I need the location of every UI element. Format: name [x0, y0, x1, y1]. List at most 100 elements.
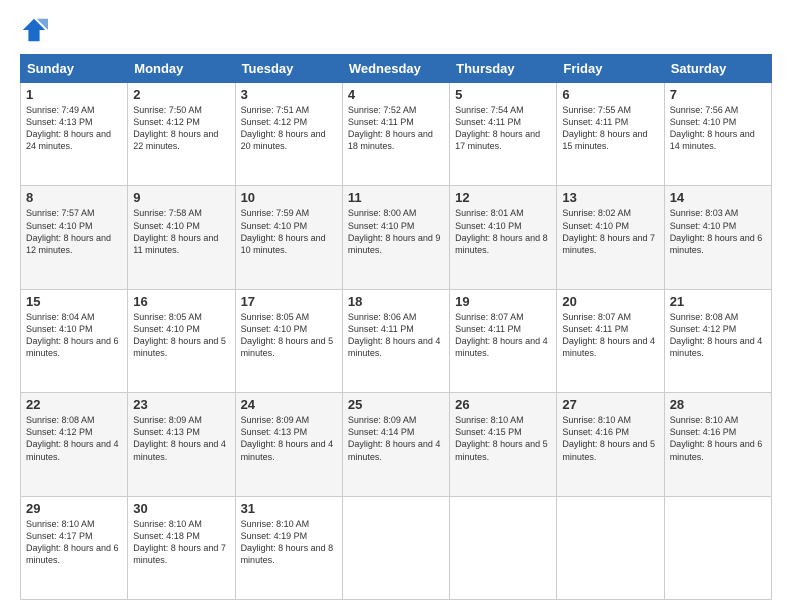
day-info: Sunrise: 7:51 AMSunset: 4:12 PMDaylight:… — [241, 104, 337, 153]
week-row-5: 29 Sunrise: 8:10 AMSunset: 4:17 PMDayligh… — [21, 496, 772, 599]
week-row-1: 1 Sunrise: 7:49 AMSunset: 4:13 PMDaylight… — [21, 83, 772, 186]
header — [20, 16, 772, 44]
day-cell: 18 Sunrise: 8:06 AMSunset: 4:11 PMDayligh… — [342, 289, 449, 392]
day-cell — [557, 496, 664, 599]
day-cell: 4 Sunrise: 7:52 AMSunset: 4:11 PMDaylight… — [342, 83, 449, 186]
day-number: 28 — [670, 397, 766, 412]
day-cell: 22 Sunrise: 8:08 AMSunset: 4:12 PMDayligh… — [21, 393, 128, 496]
day-info: Sunrise: 8:00 AMSunset: 4:10 PMDaylight:… — [348, 207, 444, 256]
day-number: 18 — [348, 294, 444, 309]
day-info: Sunrise: 8:04 AMSunset: 4:10 PMDaylight:… — [26, 311, 122, 360]
day-number: 12 — [455, 190, 551, 205]
day-cell: 23Sunrise: 8:09 AMSunset: 4:13 PMDayligh… — [128, 393, 235, 496]
day-info: Sunrise: 8:03 AMSunset: 4:10 PMDaylight:… — [670, 207, 766, 256]
day-info: Sunrise: 8:10 AMSunset: 4:17 PMDaylight:… — [26, 518, 122, 567]
day-cell: 24Sunrise: 8:09 AMSunset: 4:13 PMDayligh… — [235, 393, 342, 496]
day-number: 22 — [26, 397, 122, 412]
day-info: Sunrise: 8:07 AMSunset: 4:11 PMDaylight:… — [455, 311, 551, 360]
day-number: 16 — [133, 294, 229, 309]
day-cell: 17Sunrise: 8:05 AMSunset: 4:10 PMDayligh… — [235, 289, 342, 392]
day-cell: 3 Sunrise: 7:51 AMSunset: 4:12 PMDaylight… — [235, 83, 342, 186]
day-cell: 21Sunrise: 8:08 AMSunset: 4:12 PMDayligh… — [664, 289, 771, 392]
day-number: 7 — [670, 87, 766, 102]
day-info: Sunrise: 8:10 AMSunset: 4:18 PMDaylight:… — [133, 518, 229, 567]
day-number: 4 — [348, 87, 444, 102]
day-cell: 9Sunrise: 7:58 AMSunset: 4:10 PMDaylight… — [128, 186, 235, 289]
day-cell: 15 Sunrise: 8:04 AMSunset: 4:10 PMDayligh… — [21, 289, 128, 392]
day-cell: 13 Sunrise: 8:02 AMSunset: 4:10 PMDayligh… — [557, 186, 664, 289]
day-number: 13 — [562, 190, 658, 205]
day-info: Sunrise: 8:01 AMSunset: 4:10 PMDaylight:… — [455, 207, 551, 256]
day-info: Sunrise: 7:49 AMSunset: 4:13 PMDaylight:… — [26, 104, 122, 153]
day-number: 27 — [562, 397, 658, 412]
day-number: 10 — [241, 190, 337, 205]
day-cell: 31 Sunrise: 8:10 AMSunset: 4:19 PMDayligh… — [235, 496, 342, 599]
day-info: Sunrise: 8:08 AMSunset: 4:12 PMDaylight:… — [26, 414, 122, 463]
day-info: Sunrise: 8:07 AMSunset: 4:11 PMDaylight:… — [562, 311, 658, 360]
day-number: 14 — [670, 190, 766, 205]
day-number: 24 — [241, 397, 337, 412]
day-number: 25 — [348, 397, 444, 412]
day-info: Sunrise: 8:02 AMSunset: 4:10 PMDaylight:… — [562, 207, 658, 256]
day-info: Sunrise: 7:52 AMSunset: 4:11 PMDaylight:… — [348, 104, 444, 153]
day-info: Sunrise: 8:09 AMSunset: 4:14 PMDaylight:… — [348, 414, 444, 463]
page: SundayMondayTuesdayWednesdayThursdayFrid… — [0, 0, 792, 612]
day-number: 8 — [26, 190, 122, 205]
column-header-saturday: Saturday — [664, 55, 771, 83]
day-number: 6 — [562, 87, 658, 102]
day-number: 9 — [133, 190, 229, 205]
day-number: 29 — [26, 501, 122, 516]
column-header-wednesday: Wednesday — [342, 55, 449, 83]
day-cell — [664, 496, 771, 599]
day-info: Sunrise: 7:57 AMSunset: 4:10 PMDaylight:… — [26, 207, 122, 256]
day-info: Sunrise: 8:10 AMSunset: 4:16 PMDaylight:… — [562, 414, 658, 463]
day-cell: 30Sunrise: 8:10 AMSunset: 4:18 PMDayligh… — [128, 496, 235, 599]
day-info: Sunrise: 8:08 AMSunset: 4:12 PMDaylight:… — [670, 311, 766, 360]
day-cell: 6Sunrise: 7:55 AMSunset: 4:11 PMDaylight… — [557, 83, 664, 186]
day-info: Sunrise: 7:59 AMSunset: 4:10 PMDaylight:… — [241, 207, 337, 256]
day-cell: 8 Sunrise: 7:57 AMSunset: 4:10 PMDaylight… — [21, 186, 128, 289]
logo-icon — [20, 16, 48, 44]
day-cell — [450, 496, 557, 599]
day-info: Sunrise: 7:54 AMSunset: 4:11 PMDaylight:… — [455, 104, 551, 153]
day-cell: 12 Sunrise: 8:01 AMSunset: 4:10 PMDayligh… — [450, 186, 557, 289]
day-info: Sunrise: 8:06 AMSunset: 4:11 PMDaylight:… — [348, 311, 444, 360]
day-cell: 7Sunrise: 7:56 AMSunset: 4:10 PMDaylight… — [664, 83, 771, 186]
day-number: 1 — [26, 87, 122, 102]
calendar-header-row: SundayMondayTuesdayWednesdayThursdayFrid… — [21, 55, 772, 83]
day-number: 2 — [133, 87, 229, 102]
day-number: 17 — [241, 294, 337, 309]
day-number: 3 — [241, 87, 337, 102]
column-header-thursday: Thursday — [450, 55, 557, 83]
day-cell: 27 Sunrise: 8:10 AMSunset: 4:16 PMDayligh… — [557, 393, 664, 496]
day-cell: 28Sunrise: 8:10 AMSunset: 4:16 PMDayligh… — [664, 393, 771, 496]
day-number: 11 — [348, 190, 444, 205]
day-info: Sunrise: 8:09 AMSunset: 4:13 PMDaylight:… — [133, 414, 229, 463]
day-number: 15 — [26, 294, 122, 309]
day-cell: 29 Sunrise: 8:10 AMSunset: 4:17 PMDayligh… — [21, 496, 128, 599]
logo — [20, 16, 52, 44]
day-cell: 5 Sunrise: 7:54 AMSunset: 4:11 PMDaylight… — [450, 83, 557, 186]
week-row-3: 15 Sunrise: 8:04 AMSunset: 4:10 PMDayligh… — [21, 289, 772, 392]
day-number: 5 — [455, 87, 551, 102]
day-cell: 2 Sunrise: 7:50 AMSunset: 4:12 PMDaylight… — [128, 83, 235, 186]
calendar-table: SundayMondayTuesdayWednesdayThursdayFrid… — [20, 54, 772, 600]
day-cell: 14 Sunrise: 8:03 AMSunset: 4:10 PMDayligh… — [664, 186, 771, 289]
day-cell: 26 Sunrise: 8:10 AMSunset: 4:15 PMDayligh… — [450, 393, 557, 496]
column-header-tuesday: Tuesday — [235, 55, 342, 83]
day-number: 31 — [241, 501, 337, 516]
week-row-4: 22 Sunrise: 8:08 AMSunset: 4:12 PMDayligh… — [21, 393, 772, 496]
day-cell: 25 Sunrise: 8:09 AMSunset: 4:14 PMDayligh… — [342, 393, 449, 496]
day-info: Sunrise: 8:05 AMSunset: 4:10 PMDaylight:… — [133, 311, 229, 360]
day-number: 26 — [455, 397, 551, 412]
column-header-friday: Friday — [557, 55, 664, 83]
day-info: Sunrise: 8:10 AMSunset: 4:19 PMDaylight:… — [241, 518, 337, 567]
day-cell: 10 Sunrise: 7:59 AMSunset: 4:10 PMDayligh… — [235, 186, 342, 289]
week-row-2: 8 Sunrise: 7:57 AMSunset: 4:10 PMDaylight… — [21, 186, 772, 289]
day-cell — [342, 496, 449, 599]
day-info: Sunrise: 7:50 AMSunset: 4:12 PMDaylight:… — [133, 104, 229, 153]
day-info: Sunrise: 8:10 AMSunset: 4:15 PMDaylight:… — [455, 414, 551, 463]
day-cell: 19 Sunrise: 8:07 AMSunset: 4:11 PMDayligh… — [450, 289, 557, 392]
day-number: 20 — [562, 294, 658, 309]
day-number: 19 — [455, 294, 551, 309]
